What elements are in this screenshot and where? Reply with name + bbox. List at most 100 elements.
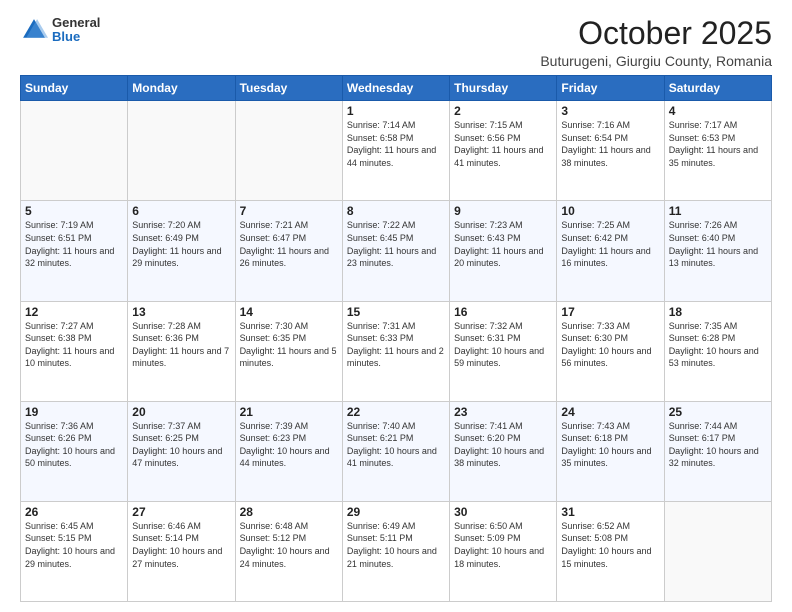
day-header-thursday: Thursday xyxy=(450,76,557,101)
day-cell: 31Sunrise: 6:52 AM Sunset: 5:08 PM Dayli… xyxy=(557,501,664,601)
day-cell xyxy=(128,101,235,201)
day-cell: 20Sunrise: 7:37 AM Sunset: 6:25 PM Dayli… xyxy=(128,401,235,501)
day-info: Sunrise: 7:44 AM Sunset: 6:17 PM Dayligh… xyxy=(669,420,767,470)
day-cell: 14Sunrise: 7:30 AM Sunset: 6:35 PM Dayli… xyxy=(235,301,342,401)
day-header-friday: Friday xyxy=(557,76,664,101)
day-cell: 13Sunrise: 7:28 AM Sunset: 6:36 PM Dayli… xyxy=(128,301,235,401)
day-cell: 28Sunrise: 6:48 AM Sunset: 5:12 PM Dayli… xyxy=(235,501,342,601)
day-number: 18 xyxy=(669,305,767,319)
day-cell: 6Sunrise: 7:20 AM Sunset: 6:49 PM Daylig… xyxy=(128,201,235,301)
logo: General Blue xyxy=(20,16,100,45)
day-cell: 17Sunrise: 7:33 AM Sunset: 6:30 PM Dayli… xyxy=(557,301,664,401)
day-info: Sunrise: 7:17 AM Sunset: 6:53 PM Dayligh… xyxy=(669,119,767,169)
day-cell: 2Sunrise: 7:15 AM Sunset: 6:56 PM Daylig… xyxy=(450,101,557,201)
day-info: Sunrise: 7:14 AM Sunset: 6:58 PM Dayligh… xyxy=(347,119,445,169)
day-cell xyxy=(21,101,128,201)
day-info: Sunrise: 7:16 AM Sunset: 6:54 PM Dayligh… xyxy=(561,119,659,169)
week-row-4: 26Sunrise: 6:45 AM Sunset: 5:15 PM Dayli… xyxy=(21,501,772,601)
day-info: Sunrise: 7:41 AM Sunset: 6:20 PM Dayligh… xyxy=(454,420,552,470)
day-cell: 3Sunrise: 7:16 AM Sunset: 6:54 PM Daylig… xyxy=(557,101,664,201)
day-cell: 10Sunrise: 7:25 AM Sunset: 6:42 PM Dayli… xyxy=(557,201,664,301)
day-info: Sunrise: 7:19 AM Sunset: 6:51 PM Dayligh… xyxy=(25,219,123,269)
day-number: 5 xyxy=(25,204,123,218)
day-number: 7 xyxy=(240,204,338,218)
day-number: 12 xyxy=(25,305,123,319)
day-cell: 15Sunrise: 7:31 AM Sunset: 6:33 PM Dayli… xyxy=(342,301,449,401)
page: General Blue October 2025 Buturugeni, Gi… xyxy=(0,0,792,612)
logo-blue-text: Blue xyxy=(52,30,100,44)
day-header-sunday: Sunday xyxy=(21,76,128,101)
week-row-1: 5Sunrise: 7:19 AM Sunset: 6:51 PM Daylig… xyxy=(21,201,772,301)
week-row-2: 12Sunrise: 7:27 AM Sunset: 6:38 PM Dayli… xyxy=(21,301,772,401)
day-cell: 29Sunrise: 6:49 AM Sunset: 5:11 PM Dayli… xyxy=(342,501,449,601)
day-number: 21 xyxy=(240,405,338,419)
main-title: October 2025 xyxy=(540,16,772,51)
day-info: Sunrise: 7:40 AM Sunset: 6:21 PM Dayligh… xyxy=(347,420,445,470)
day-number: 8 xyxy=(347,204,445,218)
day-info: Sunrise: 7:27 AM Sunset: 6:38 PM Dayligh… xyxy=(25,320,123,370)
day-number: 24 xyxy=(561,405,659,419)
week-row-0: 1Sunrise: 7:14 AM Sunset: 6:58 PM Daylig… xyxy=(21,101,772,201)
day-number: 2 xyxy=(454,104,552,118)
day-info: Sunrise: 7:25 AM Sunset: 6:42 PM Dayligh… xyxy=(561,219,659,269)
day-info: Sunrise: 7:32 AM Sunset: 6:31 PM Dayligh… xyxy=(454,320,552,370)
day-header-monday: Monday xyxy=(128,76,235,101)
day-cell: 21Sunrise: 7:39 AM Sunset: 6:23 PM Dayli… xyxy=(235,401,342,501)
day-number: 11 xyxy=(669,204,767,218)
day-cell: 11Sunrise: 7:26 AM Sunset: 6:40 PM Dayli… xyxy=(664,201,771,301)
day-number: 10 xyxy=(561,204,659,218)
day-cell: 4Sunrise: 7:17 AM Sunset: 6:53 PM Daylig… xyxy=(664,101,771,201)
day-info: Sunrise: 7:28 AM Sunset: 6:36 PM Dayligh… xyxy=(132,320,230,370)
day-info: Sunrise: 6:52 AM Sunset: 5:08 PM Dayligh… xyxy=(561,520,659,570)
day-cell: 9Sunrise: 7:23 AM Sunset: 6:43 PM Daylig… xyxy=(450,201,557,301)
day-number: 25 xyxy=(669,405,767,419)
day-cell xyxy=(235,101,342,201)
day-number: 27 xyxy=(132,505,230,519)
day-number: 31 xyxy=(561,505,659,519)
day-number: 3 xyxy=(561,104,659,118)
day-number: 15 xyxy=(347,305,445,319)
title-block: October 2025 Buturugeni, Giurgiu County,… xyxy=(540,16,772,69)
day-number: 29 xyxy=(347,505,445,519)
day-cell: 22Sunrise: 7:40 AM Sunset: 6:21 PM Dayli… xyxy=(342,401,449,501)
day-info: Sunrise: 7:31 AM Sunset: 6:33 PM Dayligh… xyxy=(347,320,445,370)
day-number: 1 xyxy=(347,104,445,118)
day-number: 28 xyxy=(240,505,338,519)
day-number: 9 xyxy=(454,204,552,218)
calendar-table: SundayMondayTuesdayWednesdayThursdayFrid… xyxy=(20,75,772,602)
day-cell: 30Sunrise: 6:50 AM Sunset: 5:09 PM Dayli… xyxy=(450,501,557,601)
day-info: Sunrise: 6:50 AM Sunset: 5:09 PM Dayligh… xyxy=(454,520,552,570)
day-cell: 25Sunrise: 7:44 AM Sunset: 6:17 PM Dayli… xyxy=(664,401,771,501)
day-info: Sunrise: 7:26 AM Sunset: 6:40 PM Dayligh… xyxy=(669,219,767,269)
day-number: 17 xyxy=(561,305,659,319)
day-info: Sunrise: 6:46 AM Sunset: 5:14 PM Dayligh… xyxy=(132,520,230,570)
logo-icon xyxy=(20,16,48,44)
day-cell: 24Sunrise: 7:43 AM Sunset: 6:18 PM Dayli… xyxy=(557,401,664,501)
week-row-3: 19Sunrise: 7:36 AM Sunset: 6:26 PM Dayli… xyxy=(21,401,772,501)
day-info: Sunrise: 7:22 AM Sunset: 6:45 PM Dayligh… xyxy=(347,219,445,269)
day-cell: 23Sunrise: 7:41 AM Sunset: 6:20 PM Dayli… xyxy=(450,401,557,501)
day-cell: 8Sunrise: 7:22 AM Sunset: 6:45 PM Daylig… xyxy=(342,201,449,301)
day-number: 16 xyxy=(454,305,552,319)
day-cell: 12Sunrise: 7:27 AM Sunset: 6:38 PM Dayli… xyxy=(21,301,128,401)
day-number: 23 xyxy=(454,405,552,419)
day-cell: 1Sunrise: 7:14 AM Sunset: 6:58 PM Daylig… xyxy=(342,101,449,201)
day-cell: 18Sunrise: 7:35 AM Sunset: 6:28 PM Dayli… xyxy=(664,301,771,401)
day-info: Sunrise: 7:23 AM Sunset: 6:43 PM Dayligh… xyxy=(454,219,552,269)
day-info: Sunrise: 7:43 AM Sunset: 6:18 PM Dayligh… xyxy=(561,420,659,470)
day-info: Sunrise: 7:37 AM Sunset: 6:25 PM Dayligh… xyxy=(132,420,230,470)
day-info: Sunrise: 7:21 AM Sunset: 6:47 PM Dayligh… xyxy=(240,219,338,269)
day-cell: 7Sunrise: 7:21 AM Sunset: 6:47 PM Daylig… xyxy=(235,201,342,301)
day-cell: 27Sunrise: 6:46 AM Sunset: 5:14 PM Dayli… xyxy=(128,501,235,601)
day-cell xyxy=(664,501,771,601)
day-number: 26 xyxy=(25,505,123,519)
day-number: 30 xyxy=(454,505,552,519)
day-header-saturday: Saturday xyxy=(664,76,771,101)
day-info: Sunrise: 7:15 AM Sunset: 6:56 PM Dayligh… xyxy=(454,119,552,169)
day-info: Sunrise: 7:39 AM Sunset: 6:23 PM Dayligh… xyxy=(240,420,338,470)
day-info: Sunrise: 6:48 AM Sunset: 5:12 PM Dayligh… xyxy=(240,520,338,570)
day-info: Sunrise: 7:33 AM Sunset: 6:30 PM Dayligh… xyxy=(561,320,659,370)
day-number: 14 xyxy=(240,305,338,319)
logo-text: General Blue xyxy=(52,16,100,45)
day-header-wednesday: Wednesday xyxy=(342,76,449,101)
